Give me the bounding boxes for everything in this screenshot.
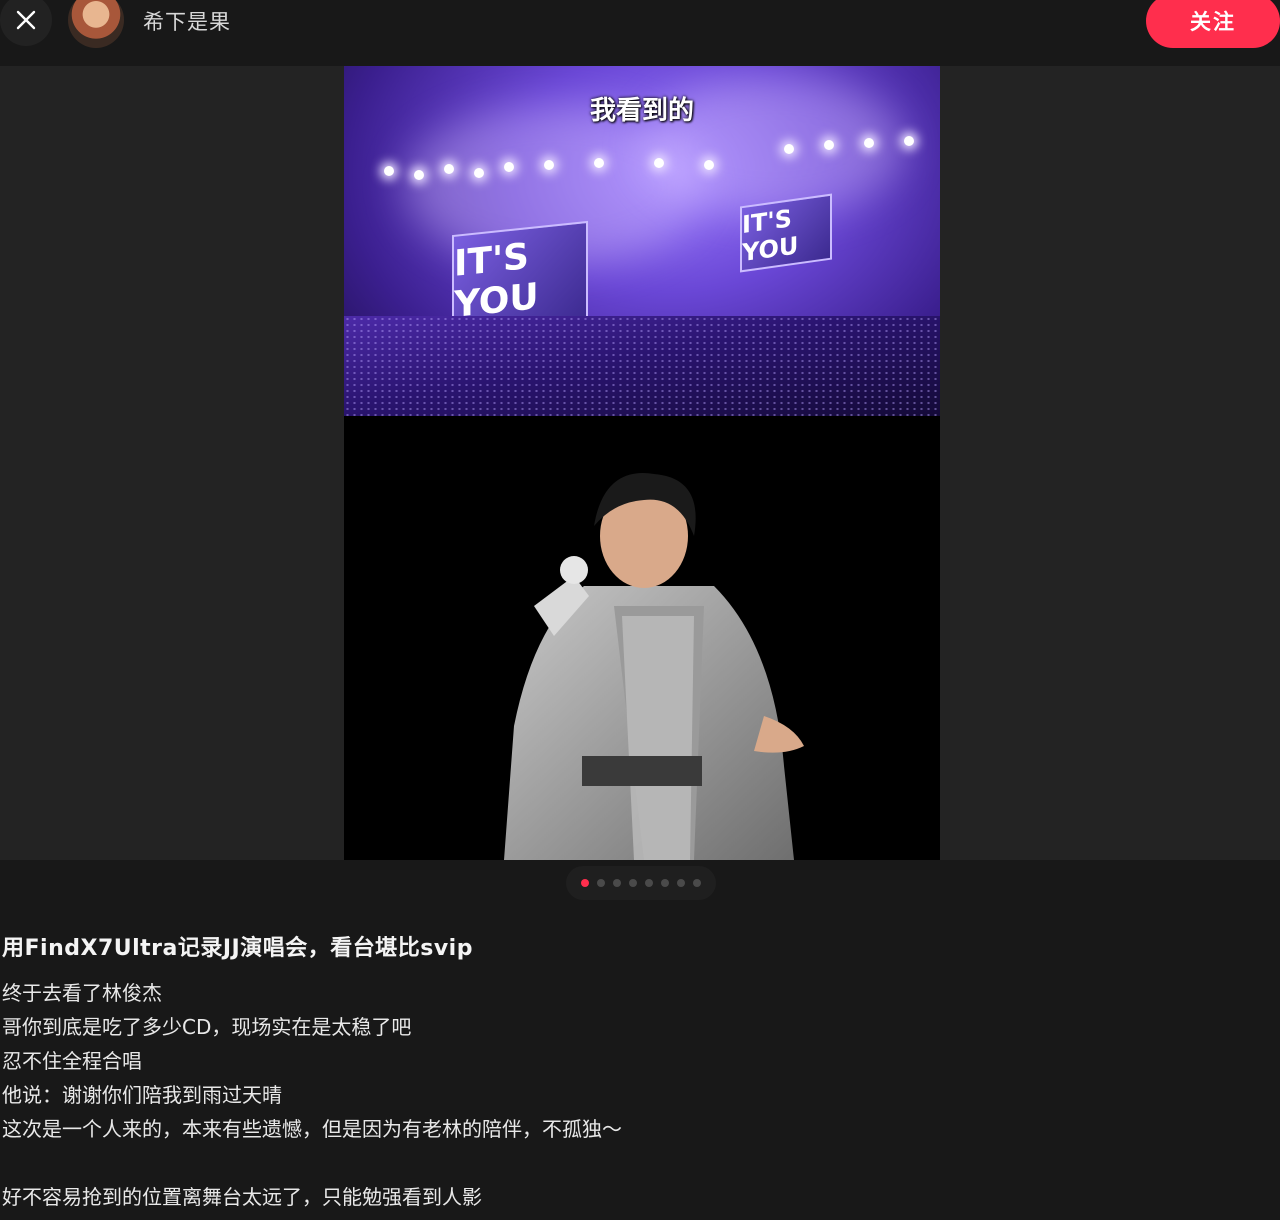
post-photo: IT'S YOU IT'S YOU 我看到的 bbox=[344, 66, 940, 860]
stage-screen-right: IT'S YOU bbox=[740, 193, 832, 273]
post-line: 他说：谢谢你们陪我到雨过天晴 bbox=[2, 1083, 282, 1107]
post-body: 终于去看了林俊杰哥你到底是吃了多少CD，现场实在是太稳了吧 忍不住全程合唱他说：谢… bbox=[2, 978, 1272, 1216]
concert-stage-image: IT'S YOU IT'S YOU 我看到的 bbox=[344, 66, 940, 416]
post-line bbox=[2, 1148, 1272, 1182]
carousel-dot[interactable] bbox=[661, 879, 669, 887]
post-line: 哥你到底是吃了多少CD，现场实在是太稳了吧 bbox=[2, 1015, 412, 1039]
photo-caption: 我看到的 bbox=[589, 96, 694, 126]
post-title: 用FindX7Ultra记录JJ演唱会，看台堪比svip bbox=[2, 936, 473, 961]
carousel-dot[interactable] bbox=[613, 879, 621, 887]
top-bar: 希下是果 关注 bbox=[0, 0, 1280, 66]
singer-figure bbox=[504, 473, 804, 860]
post-line: 忍不住全程合唱 bbox=[2, 1049, 142, 1073]
carousel-dot[interactable] bbox=[581, 879, 589, 887]
carousel-dot[interactable] bbox=[645, 879, 653, 887]
post-line: 好不容易抢到的位置离舞台太远了，只能勉强看到人影 bbox=[2, 1185, 482, 1209]
post-line: 这次是一个人来的，本来有些遗憾，但是因为有老林的陪伴，不孤独～ bbox=[2, 1117, 622, 1141]
singer-image bbox=[344, 416, 940, 860]
close-button[interactable] bbox=[0, 0, 52, 46]
author-name[interactable]: 希下是果 bbox=[143, 6, 231, 36]
post-line: 终于去看了林俊杰 bbox=[2, 981, 162, 1005]
close-icon bbox=[16, 10, 36, 30]
author-avatar[interactable] bbox=[68, 0, 124, 48]
follow-button[interactable]: 关注 bbox=[1146, 0, 1280, 48]
carousel-dot[interactable] bbox=[629, 879, 637, 887]
carousel-dot[interactable] bbox=[677, 879, 685, 887]
carousel-dot[interactable] bbox=[693, 879, 701, 887]
carousel-dot[interactable] bbox=[597, 879, 605, 887]
image-carousel[interactable]: IT'S YOU IT'S YOU 我看到的 bbox=[0, 66, 1280, 860]
carousel-indicator[interactable] bbox=[566, 866, 716, 900]
